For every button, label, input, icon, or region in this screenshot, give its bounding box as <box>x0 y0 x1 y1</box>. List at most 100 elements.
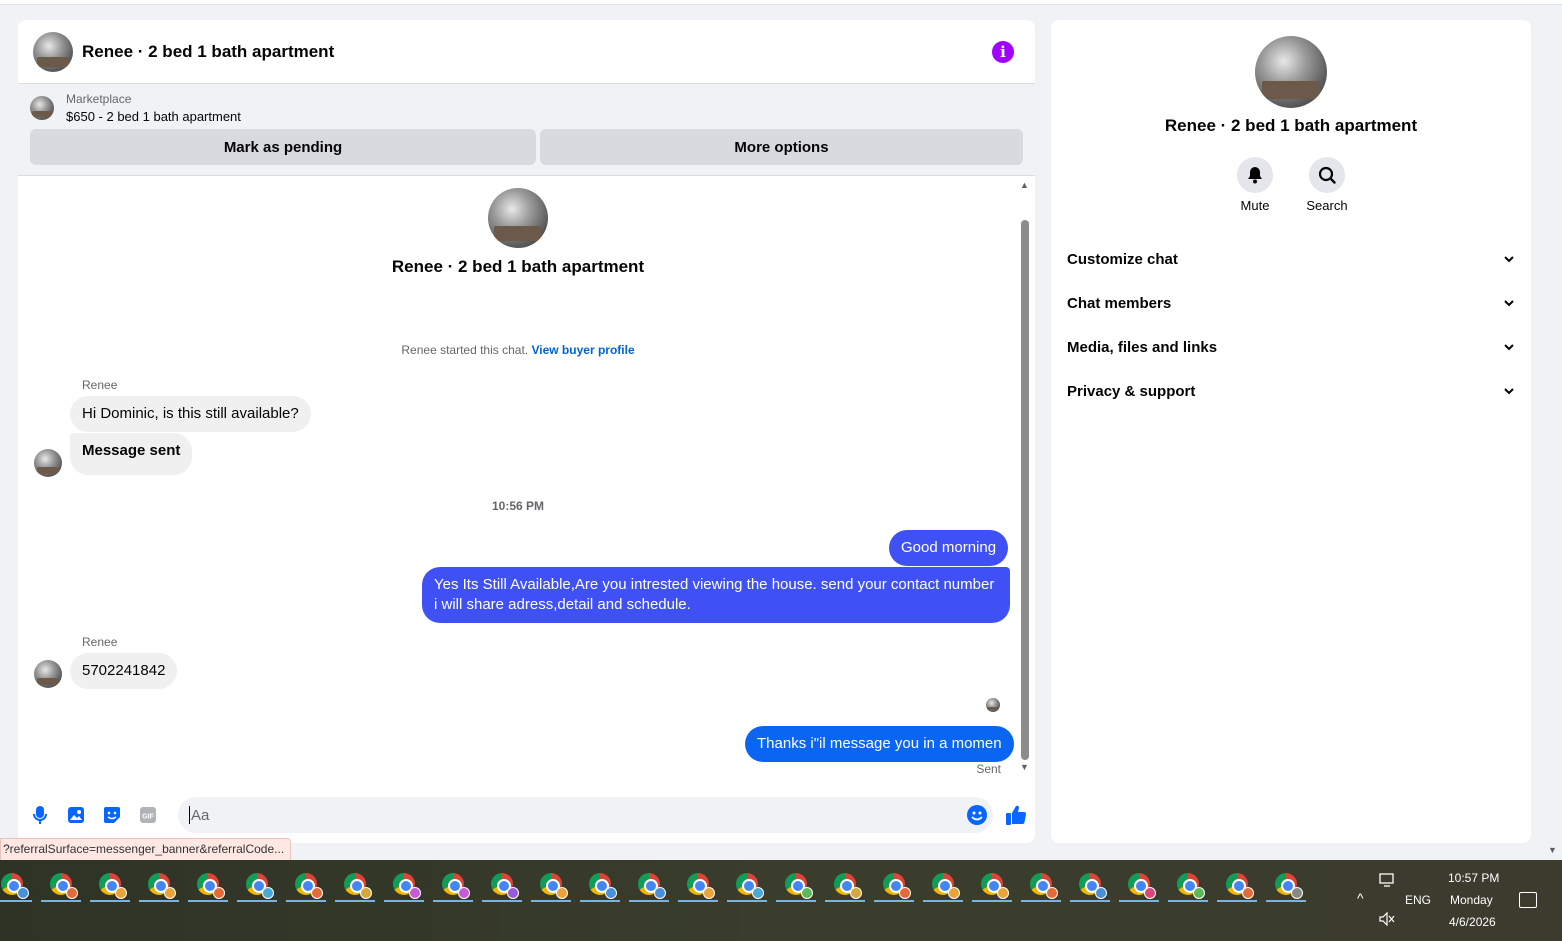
more-options-button[interactable]: More options <box>540 129 1023 165</box>
mute-action[interactable]: Mute <box>1237 157 1273 213</box>
taskbar-chrome-window[interactable] <box>41 868 81 902</box>
composer: GIF <box>18 790 1035 840</box>
taskbar-chrome-window[interactable] <box>1070 868 1110 902</box>
message-input[interactable] <box>189 806 949 824</box>
taskbar-chrome-window[interactable] <box>1021 868 1061 902</box>
clock-day[interactable]: Monday <box>1450 893 1493 907</box>
profile-badge-icon <box>801 887 813 899</box>
chrome-icon <box>785 873 813 899</box>
view-buyer-profile-link[interactable]: View buyer profile <box>531 343 634 357</box>
sender-avatar[interactable] <box>34 449 62 477</box>
taskbar-chrome-window[interactable] <box>1266 868 1306 902</box>
chrome-icon <box>295 873 323 899</box>
section-media-files-links[interactable]: Media, files and links <box>1051 325 1531 369</box>
taskbar-chrome-window[interactable] <box>972 868 1012 902</box>
chrome-icon <box>246 873 274 899</box>
chat-title[interactable]: Renee · 2 bed 1 bath apartment <box>82 42 992 62</box>
chat-avatar[interactable] <box>33 31 73 72</box>
emoji-icon[interactable] <box>967 805 987 825</box>
photo-icon[interactable] <box>66 805 86 825</box>
windows-taskbar: ^ ENG 10:57 PM Monday 4/6/2026 <box>0 860 1562 941</box>
scroll-up-arrow[interactable]: ▲ <box>1020 180 1029 190</box>
profile-badge-icon <box>703 887 715 899</box>
clock-time[interactable]: 10:57 PM <box>1448 871 1499 885</box>
chrome-icon <box>932 873 960 899</box>
chrome-icon <box>99 873 127 899</box>
chrome-icon <box>1030 873 1058 899</box>
profile-badge-icon <box>605 887 617 899</box>
chat-started-text: Renee started this chat. <box>401 343 529 357</box>
taskbar-chrome-window[interactable] <box>776 868 816 902</box>
taskbar-chrome-window[interactable] <box>727 868 767 902</box>
chrome-icon <box>1128 873 1156 899</box>
chrome-icon <box>148 873 176 899</box>
section-label: Customize chat <box>1067 250 1178 268</box>
scrollbar-thumb[interactable] <box>1021 220 1029 760</box>
gif-icon[interactable]: GIF <box>138 805 158 825</box>
taskbar-chrome-window[interactable] <box>188 868 228 902</box>
marketplace-listing[interactable]: Marketplace $650 - 2 bed 1 bath apartmen… <box>30 92 1023 124</box>
taskbar-chrome-window[interactable] <box>482 868 522 902</box>
scroll-down-arrow[interactable]: ▼ <box>1020 762 1029 772</box>
incoming-message[interactable]: 5702241842 <box>70 653 178 689</box>
search-action[interactable]: Search <box>1306 157 1348 213</box>
profile-badge-icon <box>1193 887 1205 899</box>
chevron-down-icon <box>1504 300 1514 307</box>
chrome-icon <box>883 873 911 899</box>
network-icon[interactable] <box>1379 872 1397 891</box>
sender-avatar[interactable] <box>34 660 62 688</box>
taskbar-chrome-window[interactable] <box>874 868 914 902</box>
taskbar-chrome-window[interactable] <box>237 868 277 902</box>
outgoing-message[interactable]: Thanks i"il message you in a momen <box>745 726 1014 762</box>
outgoing-message[interactable]: Yes Its Still Available,Are you intreste… <box>422 567 1010 623</box>
profile-badge-icon <box>1291 887 1303 899</box>
chrome-icon <box>981 873 1009 899</box>
taskbar-chrome-window[interactable] <box>139 868 179 902</box>
taskbar-chrome-window[interactable] <box>286 868 326 902</box>
taskbar-chrome-window[interactable] <box>1119 868 1159 902</box>
notification-icon[interactable] <box>1519 892 1537 908</box>
chrome-icon <box>50 873 78 899</box>
taskbar-chrome-window[interactable] <box>1217 868 1257 902</box>
seen-indicator-avatar <box>986 698 1000 712</box>
chat-scrollbar[interactable]: ▲ ▼ <box>1020 180 1029 772</box>
clock-date[interactable]: 4/6/2026 <box>1449 915 1496 929</box>
svg-text:GIF: GIF <box>142 814 154 821</box>
section-chat-members[interactable]: Chat members <box>1051 281 1531 325</box>
page-scroll-down-arrow[interactable]: ▼ <box>1548 845 1557 855</box>
taskbar-chrome-window[interactable] <box>923 868 963 902</box>
volume-muted-icon[interactable] <box>1379 911 1395 929</box>
mark-as-pending-button[interactable]: Mark as pending <box>30 129 536 165</box>
taskbar-chrome-window[interactable] <box>678 868 718 902</box>
taskbar-chrome-window[interactable] <box>580 868 620 902</box>
taskbar-chrome-window[interactable] <box>335 868 375 902</box>
taskbar-chrome-window[interactable] <box>90 868 130 902</box>
taskbar-chrome-window[interactable] <box>384 868 424 902</box>
taskbar-chrome-window[interactable] <box>1168 868 1208 902</box>
bell-icon[interactable] <box>1237 157 1273 193</box>
search-icon[interactable] <box>1309 157 1345 193</box>
thumbs-up-icon[interactable] <box>1005 804 1027 826</box>
incoming-message[interactable]: Message sent <box>70 433 193 475</box>
taskbar-chrome-window[interactable] <box>433 868 473 902</box>
intro-avatar[interactable] <box>488 188 548 248</box>
taskbar-chrome-window[interactable] <box>629 868 669 902</box>
sticker-icon[interactable] <box>102 805 122 825</box>
outgoing-message[interactable]: Good morning <box>889 530 1009 566</box>
microphone-icon[interactable] <box>30 805 50 825</box>
taskbar-chrome-window[interactable] <box>825 868 865 902</box>
section-customize-chat[interactable]: Customize chat <box>1051 237 1531 281</box>
chrome-icon <box>491 873 519 899</box>
status-bar-url: ?referralSurface=messenger_banner&referr… <box>0 838 292 860</box>
incoming-message[interactable]: Hi Dominic, is this still available? <box>70 396 311 432</box>
language-indicator[interactable]: ENG <box>1405 893 1431 907</box>
sender-name: Renee <box>82 635 118 649</box>
section-privacy-support[interactable]: Privacy & support <box>1051 369 1531 413</box>
taskbar-chrome-window[interactable] <box>0 868 32 902</box>
chrome-icon <box>344 873 372 899</box>
browser-top-edge <box>0 0 1562 5</box>
tray-overflow-icon[interactable]: ^ <box>1357 890 1364 906</box>
taskbar-chrome-window[interactable] <box>531 868 571 902</box>
info-icon[interactable]: i <box>992 40 1014 63</box>
details-avatar[interactable] <box>1255 36 1327 108</box>
